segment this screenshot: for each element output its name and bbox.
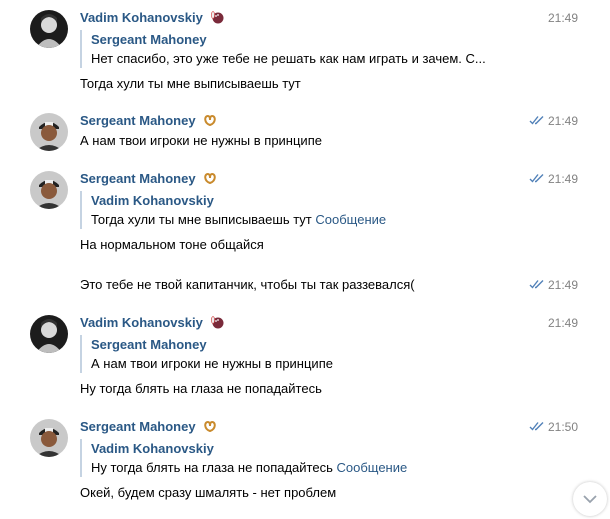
reply-author[interactable]: Vadim Kohanovskiy (91, 191, 386, 210)
author-name-text[interactable]: Sergeant Mahoney (80, 113, 196, 128)
pretzel-icon (204, 172, 216, 185)
reply-quote[interactable]: Sergeant Mahoney А нам твои игроки не ну… (80, 335, 333, 373)
message-text: Ну тогда блять на глаза не попадайтесь (80, 381, 322, 396)
message-text: Окей, будем сразу шмалять - нет проблем (80, 485, 337, 500)
reply-message-link[interactable]: Сообщение (315, 212, 386, 227)
avatar-sergeant[interactable] (30, 171, 68, 209)
chevron-down-icon (583, 495, 597, 504)
author-name-text[interactable]: Vadim Kohanovskiy (80, 315, 203, 330)
bowling-icon (211, 316, 224, 329)
avatar-sergeant[interactable] (30, 113, 68, 151)
reply-author[interactable]: Sergeant Mahoney (91, 30, 519, 49)
author-name-text[interactable]: Sergeant Mahoney (80, 419, 196, 434)
reply-quote[interactable]: Sergeant Mahoney Нет спасибо, это уже те… (80, 30, 519, 68)
message-time: 21:49 (548, 10, 578, 26)
double-check-icon (529, 280, 544, 289)
followup-time: 21:49 (529, 277, 578, 293)
bowling-icon (211, 11, 224, 24)
reply-text[interactable]: Тогда хули ты мне выписываешь тут Сообще… (91, 210, 386, 229)
author-name-text[interactable]: Sergeant Mahoney (80, 171, 196, 186)
message-text-followup: Это тебе не твой капитанчик, чтобы ты та… (80, 277, 415, 292)
time-text: 21:50 (547, 420, 578, 434)
message-time: 21:50 (529, 419, 578, 435)
message-text: Тогда хули ты мне выписываешь тут (80, 76, 301, 91)
reply-text-content[interactable]: Ну тогда блять на глаза не попадайтесь (91, 460, 336, 475)
author-name-text[interactable]: Vadim Kohanovskiy (80, 10, 203, 25)
reply-text[interactable]: Ну тогда блять на глаза не попадайтесь С… (91, 458, 407, 477)
reply-author[interactable]: Vadim Kohanovskiy (91, 439, 407, 458)
author-name[interactable]: Vadim Kohanovskiy (80, 10, 224, 26)
message-text: А нам твои игроки не нужны в принципе (80, 133, 322, 148)
avatar-vadim[interactable] (30, 10, 68, 48)
reply-text[interactable]: Нет спасибо, это уже тебе не решать как … (91, 49, 519, 68)
double-check-icon (529, 174, 544, 183)
message-time: 21:49 (529, 113, 578, 129)
message-text: На нормальном тоне общайся (80, 237, 264, 252)
pretzel-icon (204, 420, 216, 433)
avatar-vadim[interactable] (30, 315, 68, 353)
time-text: 21:49 (547, 114, 578, 128)
reply-quote[interactable]: Vadim Kohanovskiy Ну тогда блять на глаз… (80, 439, 407, 477)
author-name[interactable]: Vadim Kohanovskiy (80, 315, 224, 331)
time-text: 21:49 (547, 172, 578, 186)
double-check-icon (529, 116, 544, 125)
time-text: 21:49 (547, 316, 578, 330)
reply-quote[interactable]: Vadim Kohanovskiy Тогда хули ты мне выпи… (80, 191, 386, 229)
avatar-sergeant[interactable] (30, 419, 68, 457)
message-time: 21:49 (548, 315, 578, 331)
author-name[interactable]: Sergeant Mahoney (80, 113, 217, 129)
time-text: 21:49 (547, 278, 578, 292)
author-name[interactable]: Sergeant Mahoney (80, 171, 217, 187)
message-time: 21:49 (529, 171, 578, 187)
reply-text-content[interactable]: Тогда хули ты мне выписываешь тут (91, 212, 315, 227)
scroll-down-button[interactable] (573, 482, 607, 516)
double-check-icon (529, 422, 544, 431)
reply-text[interactable]: А нам твои игроки не нужны в принципе (91, 354, 333, 373)
pretzel-icon (204, 114, 216, 127)
reply-message-link[interactable]: Сообщение (336, 460, 407, 475)
time-text: 21:49 (547, 11, 578, 25)
reply-author[interactable]: Sergeant Mahoney (91, 335, 333, 354)
author-name[interactable]: Sergeant Mahoney (80, 419, 217, 435)
